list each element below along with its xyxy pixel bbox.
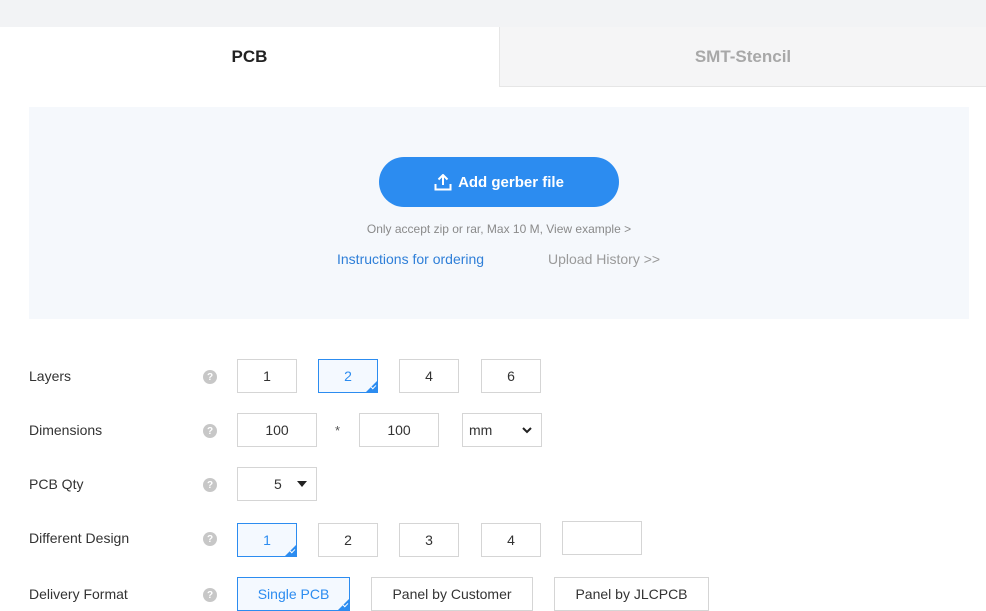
delivery-option-single-pcb-label: Single PCB [257,586,330,602]
add-gerber-file-button[interactable]: Add gerber file [379,157,619,207]
dimensions-help-icon[interactable]: ? [203,424,217,438]
tab-smt-stencil[interactable]: SMT-Stencil [499,27,986,87]
upload-history-link[interactable]: Upload History >> [548,251,660,267]
design-option-2[interactable]: 2 [318,523,378,557]
unit-select-value: mm [469,422,493,438]
layers-help-icon[interactable]: ? [203,370,217,384]
caret-down-icon [297,481,307,487]
layers-option-4[interactable]: 4 [399,359,459,393]
dimension-width-input[interactable]: 100 [237,413,317,447]
design-option-1-label: 1 [263,532,271,548]
tab-pcb[interactable]: PCB [0,27,499,87]
upload-icon [434,173,452,190]
pcb-qty-label: PCB Qty [29,476,84,492]
instructions-link[interactable]: Instructions for ordering [337,251,484,267]
design-custom-input[interactable] [562,521,642,555]
layers-option-2-label: 2 [344,368,352,384]
layers-option-2[interactable]: 2 [318,359,378,393]
different-design-label: Different Design [29,530,130,546]
pcb-qty-select[interactable]: 5 [237,467,317,501]
pcb-qty-value: 5 [274,476,282,492]
unit-select[interactable]: mm [462,413,542,447]
delivery-format-label: Delivery Format [29,586,128,602]
chevron-down-icon [522,427,532,434]
layers-option-6[interactable]: 6 [481,359,541,393]
selected-check-icon [366,381,377,392]
selected-check-icon [285,545,296,556]
dimension-height-input[interactable]: 100 [359,413,439,447]
upload-note: Only accept zip or rar, Max 10 M, View e… [366,222,632,236]
delivery-option-single-pcb[interactable]: Single PCB [237,577,350,611]
add-gerber-file-label: Add gerber file [458,173,564,191]
design-option-3[interactable]: 3 [399,523,459,557]
design-option-4[interactable]: 4 [481,523,541,557]
layers-option-1[interactable]: 1 [237,359,297,393]
different-design-help-icon[interactable]: ? [203,532,217,546]
dimensions-label: Dimensions [29,422,103,438]
upload-area: Add gerber file Only accept zip or rar, … [29,107,969,319]
pcb-qty-help-icon[interactable]: ? [203,478,217,492]
design-option-1[interactable]: 1 [237,523,297,557]
delivery-option-panel-by-customer[interactable]: Panel by Customer [371,577,533,611]
selected-check-icon [338,599,349,610]
dimension-separator: * [335,423,341,438]
top-strip [0,0,986,27]
layers-label: Layers [29,368,72,384]
delivery-option-panel-by-jlcpcb[interactable]: Panel by JLCPCB [554,577,709,611]
delivery-format-help-icon[interactable]: ? [203,588,217,602]
